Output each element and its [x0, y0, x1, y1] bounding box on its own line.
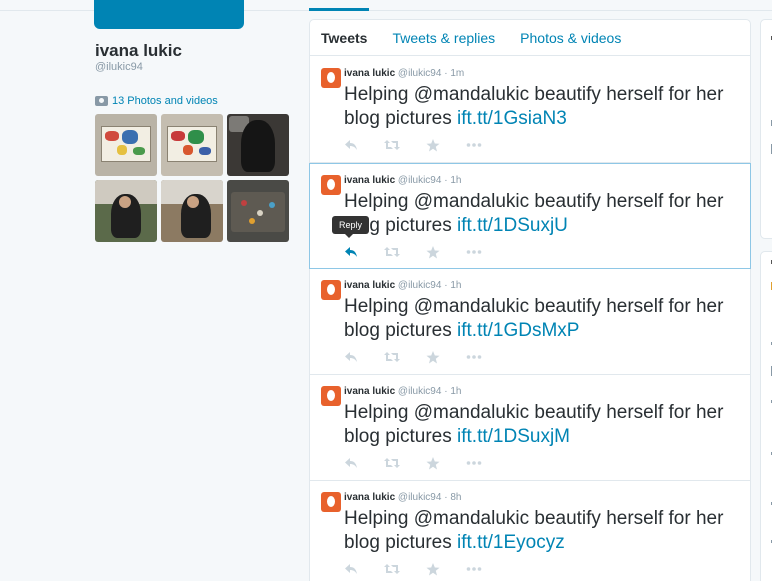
retweet-icon[interactable] — [384, 139, 402, 153]
profile-handle[interactable]: @ilukic94 — [95, 61, 143, 73]
tweet-link[interactable]: ift.tt/1GDsMxP — [457, 320, 579, 341]
tweet-author-name[interactable]: ivana lukic — [344, 68, 395, 79]
tweet-header: ivana lukic @ilukic94 · 8h — [344, 492, 461, 503]
photo-grid — [95, 114, 289, 242]
retweet-icon[interactable] — [384, 246, 402, 260]
reply-tooltip: Reply — [332, 216, 370, 238]
avatar[interactable] — [321, 175, 341, 195]
tweet-actions — [344, 351, 504, 365]
tweet[interactable]: ivana lukic @ilukic94 · 1m Helping @mand… — [310, 57, 750, 163]
photo-thumbnail[interactable] — [95, 114, 157, 176]
tweet-timestamp[interactable]: 8h — [450, 492, 461, 503]
tab-tweets-replies[interactable]: Tweets & replies — [392, 30, 495, 46]
more-icon[interactable] — [466, 246, 484, 260]
tweet-actions — [344, 246, 504, 260]
tweet[interactable]: ivana lukic @ilukic94 · 1h Helping @mand… — [309, 163, 751, 269]
tweet-author-handle[interactable]: @ilukic94 — [398, 68, 442, 79]
camera-icon — [95, 96, 108, 106]
tweet-text: Helping @mandalukic beautify herself for… — [344, 401, 744, 449]
tweet-header: ivana lukic @ilukic94 · 1h — [344, 280, 461, 291]
tweet[interactable]: ivana lukic @ilukic94 · 8h Helping @mand… — [310, 481, 750, 581]
tweet-header: ivana lukic @ilukic94 · 1m — [344, 68, 464, 79]
timeline-column: Tweets Tweets & replies Photos & videos … — [309, 19, 751, 581]
tweet-text: Helping @mandalukic beautify herself for… — [344, 83, 744, 131]
tweet-text: Helping @mandalukic beautify herself for… — [344, 190, 744, 238]
tweet-actions — [344, 139, 504, 153]
tweet-author-handle[interactable]: @ilukic94 — [398, 386, 442, 397]
avatar[interactable] — [321, 68, 341, 88]
tweet-separator: · — [444, 68, 448, 79]
photo-thumbnail[interactable] — [161, 180, 223, 242]
tweet-actions — [344, 457, 504, 471]
tweet-author-name[interactable]: ivana lukic — [344, 492, 395, 503]
tweet-timestamp[interactable]: 1h — [450, 386, 461, 397]
tweet-timestamp[interactable]: 1h — [450, 280, 461, 291]
tweet-author-handle[interactable]: @ilukic94 — [398, 280, 442, 291]
retweet-icon[interactable] — [384, 457, 402, 471]
tweet-author-handle[interactable]: @ilukic94 — [398, 492, 442, 503]
tweet-timestamp[interactable]: 1m — [450, 68, 464, 79]
tweet-separator: · — [444, 386, 448, 397]
tweet-header: ivana lukic @ilukic94 · 1h — [344, 175, 461, 186]
tab-photos-videos[interactable]: Photos & videos — [520, 30, 621, 46]
photo-thumbnail[interactable] — [227, 114, 289, 176]
tweet-author-name[interactable]: ivana lukic — [344, 386, 395, 397]
favorite-icon[interactable] — [426, 563, 444, 577]
right-sidebar-module — [760, 251, 772, 581]
tweet-link[interactable]: ift.tt/1DSuxjU — [457, 215, 568, 236]
tweet-link[interactable]: ift.tt/1DSuxjM — [457, 426, 570, 447]
avatar[interactable] — [321, 280, 341, 300]
photo-thumbnail[interactable] — [95, 180, 157, 242]
profile-nav-active-indicator — [309, 8, 369, 11]
tweet-author-name[interactable]: ivana lukic — [344, 280, 395, 291]
more-icon[interactable] — [466, 457, 484, 471]
photo-thumbnail[interactable] — [227, 180, 289, 242]
favorite-icon[interactable] — [426, 246, 444, 260]
avatar[interactable] — [321, 386, 341, 406]
photo-thumbnail[interactable] — [161, 114, 223, 176]
tweet-author-name[interactable]: ivana lukic — [344, 175, 395, 186]
right-sidebar-module — [760, 19, 772, 239]
reply-icon[interactable] — [344, 563, 362, 577]
favorite-icon[interactable] — [426, 457, 444, 471]
reply-icon[interactable] — [344, 457, 362, 471]
tweet-link[interactable]: ift.tt/1Eyocyz — [457, 532, 565, 553]
tweet[interactable]: ivana lukic @ilukic94 · 1h Helping @mand… — [310, 269, 750, 375]
tweet-actions — [344, 563, 504, 577]
tweet-separator: · — [444, 175, 448, 186]
retweet-icon[interactable] — [384, 351, 402, 365]
profile-name[interactable]: ivana lukic — [95, 41, 182, 61]
tweet-timestamp[interactable]: 1h — [450, 175, 461, 186]
tweet-author-handle[interactable]: @ilukic94 — [398, 175, 442, 186]
avatar[interactable] — [321, 492, 341, 512]
tab-tweets[interactable]: Tweets — [321, 30, 367, 46]
reply-icon[interactable] — [344, 351, 362, 365]
photos-videos-label: 13 Photos and videos — [112, 95, 218, 107]
tweet-separator: · — [444, 280, 448, 291]
retweet-icon[interactable] — [384, 563, 402, 577]
favorite-icon[interactable] — [426, 139, 444, 153]
tweet-link[interactable]: ift.tt/1GsiaN3 — [457, 108, 567, 129]
favorite-icon[interactable] — [426, 351, 444, 365]
tweet-separator: · — [444, 492, 448, 503]
tweet-text: Helping @mandalukic beautify herself for… — [344, 295, 744, 343]
more-icon[interactable] — [466, 351, 484, 365]
timeline-tabs: Tweets Tweets & replies Photos & videos — [310, 20, 750, 56]
photos-videos-link[interactable]: 13 Photos and videos — [95, 95, 218, 107]
reply-icon[interactable] — [344, 246, 362, 260]
tweet-text: Helping @mandalukic beautify herself for… — [344, 507, 744, 555]
reply-icon[interactable] — [344, 139, 362, 153]
tweet[interactable]: ivana lukic @ilukic94 · 1h Helping @mand… — [310, 375, 750, 481]
more-icon[interactable] — [466, 563, 484, 577]
tweet-header: ivana lukic @ilukic94 · 1h — [344, 386, 461, 397]
more-icon[interactable] — [466, 139, 484, 153]
profile-header-banner — [94, 0, 244, 29]
